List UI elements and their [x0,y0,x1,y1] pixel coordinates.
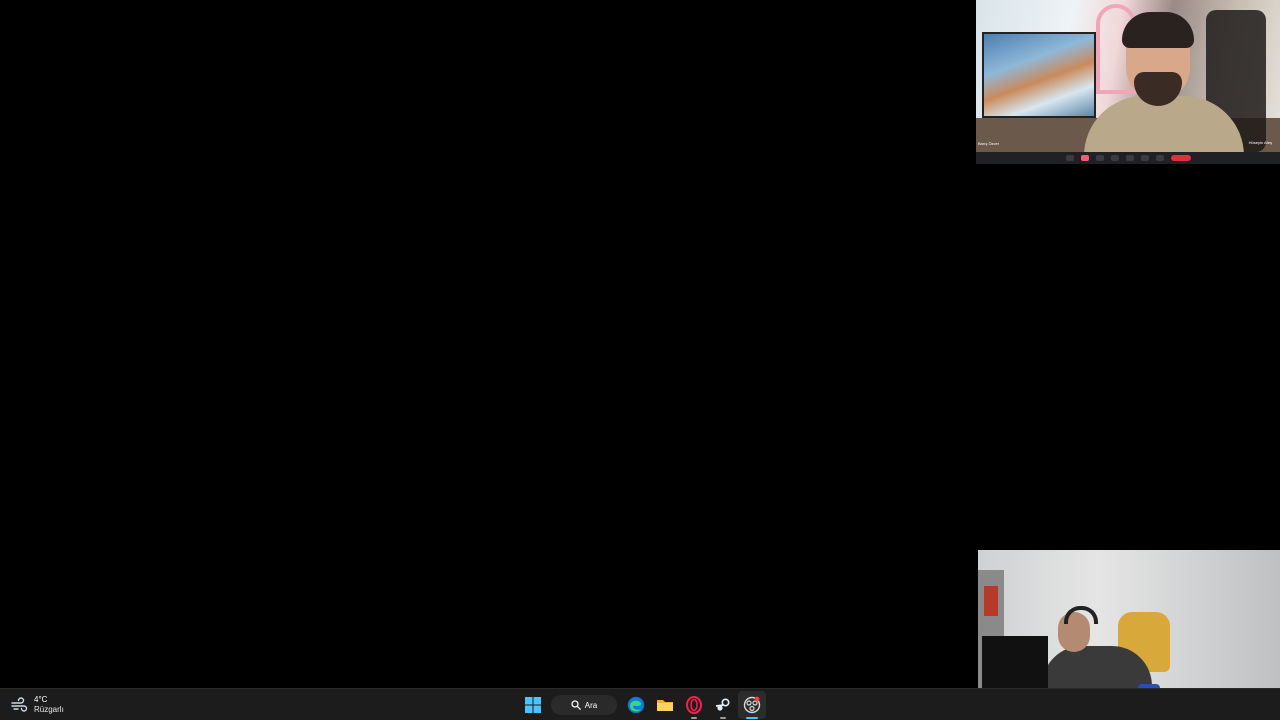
edge-taskbar-button[interactable] [622,691,650,719]
steam-taskbar-button[interactable] [709,691,737,719]
taskbar: 4°C Rüzgarlı Ara [0,688,1280,720]
participant-name-left: Barış Özcer [978,141,1000,146]
participant-name-right: Hüseyin Ateş [1248,140,1272,145]
background-monitor [982,32,1096,118]
weather-widget[interactable]: 4°C Rüzgarlı [10,693,64,717]
obs-taskbar-button[interactable] [737,691,766,719]
search-icon [571,700,581,710]
call-controls-bar [976,152,1280,164]
call-video-feed: Barış Özcer Hüseyin Ateş [976,0,1280,156]
start-button[interactable] [519,691,547,719]
recording-app-icon [743,696,760,714]
video-call-overlay: Barış Özcer Hüseyin Ateş ᵊ [976,0,1280,164]
weather-condition: Rüzgarlı [34,705,64,714]
mic-control-icon[interactable] [1065,155,1074,161]
windows-start-icon [524,697,541,713]
windy-weather-icon [11,697,28,712]
end-call-button[interactable] [1170,155,1191,161]
more-options-icon[interactable] [1155,155,1164,161]
weather-temperature: 4°C [34,695,48,704]
taskbar-search-box[interactable]: Ara [551,695,617,715]
screen: Barış Özcer Hüseyin Ateş ᵊ 4°C Rüzgarlı … [0,0,1280,720]
active-indicator [745,717,758,719]
running-indicator [719,717,726,719]
steam-icon [715,698,730,711]
taskbar-apps: Ara [518,689,766,720]
folder-icon [656,700,673,711]
chat-icon[interactable] [1125,155,1134,161]
edge-browser-icon [627,696,644,714]
search-label: Ara [584,700,598,710]
file-explorer-taskbar-button[interactable] [651,691,679,719]
running-indicator [690,717,697,719]
corner-indicator: ᵊ [1274,1,1277,7]
opera-gx-taskbar-button[interactable] [680,691,708,719]
record-control-icon[interactable] [1080,155,1089,161]
participants-icon[interactable] [1140,155,1149,161]
participant-hair [1122,12,1194,48]
screen-share-icon[interactable] [1110,155,1119,161]
camera-control-icon[interactable] [1095,155,1104,161]
headset [1064,606,1098,624]
wall-item [984,586,998,616]
opera-gx-icon [685,696,702,714]
